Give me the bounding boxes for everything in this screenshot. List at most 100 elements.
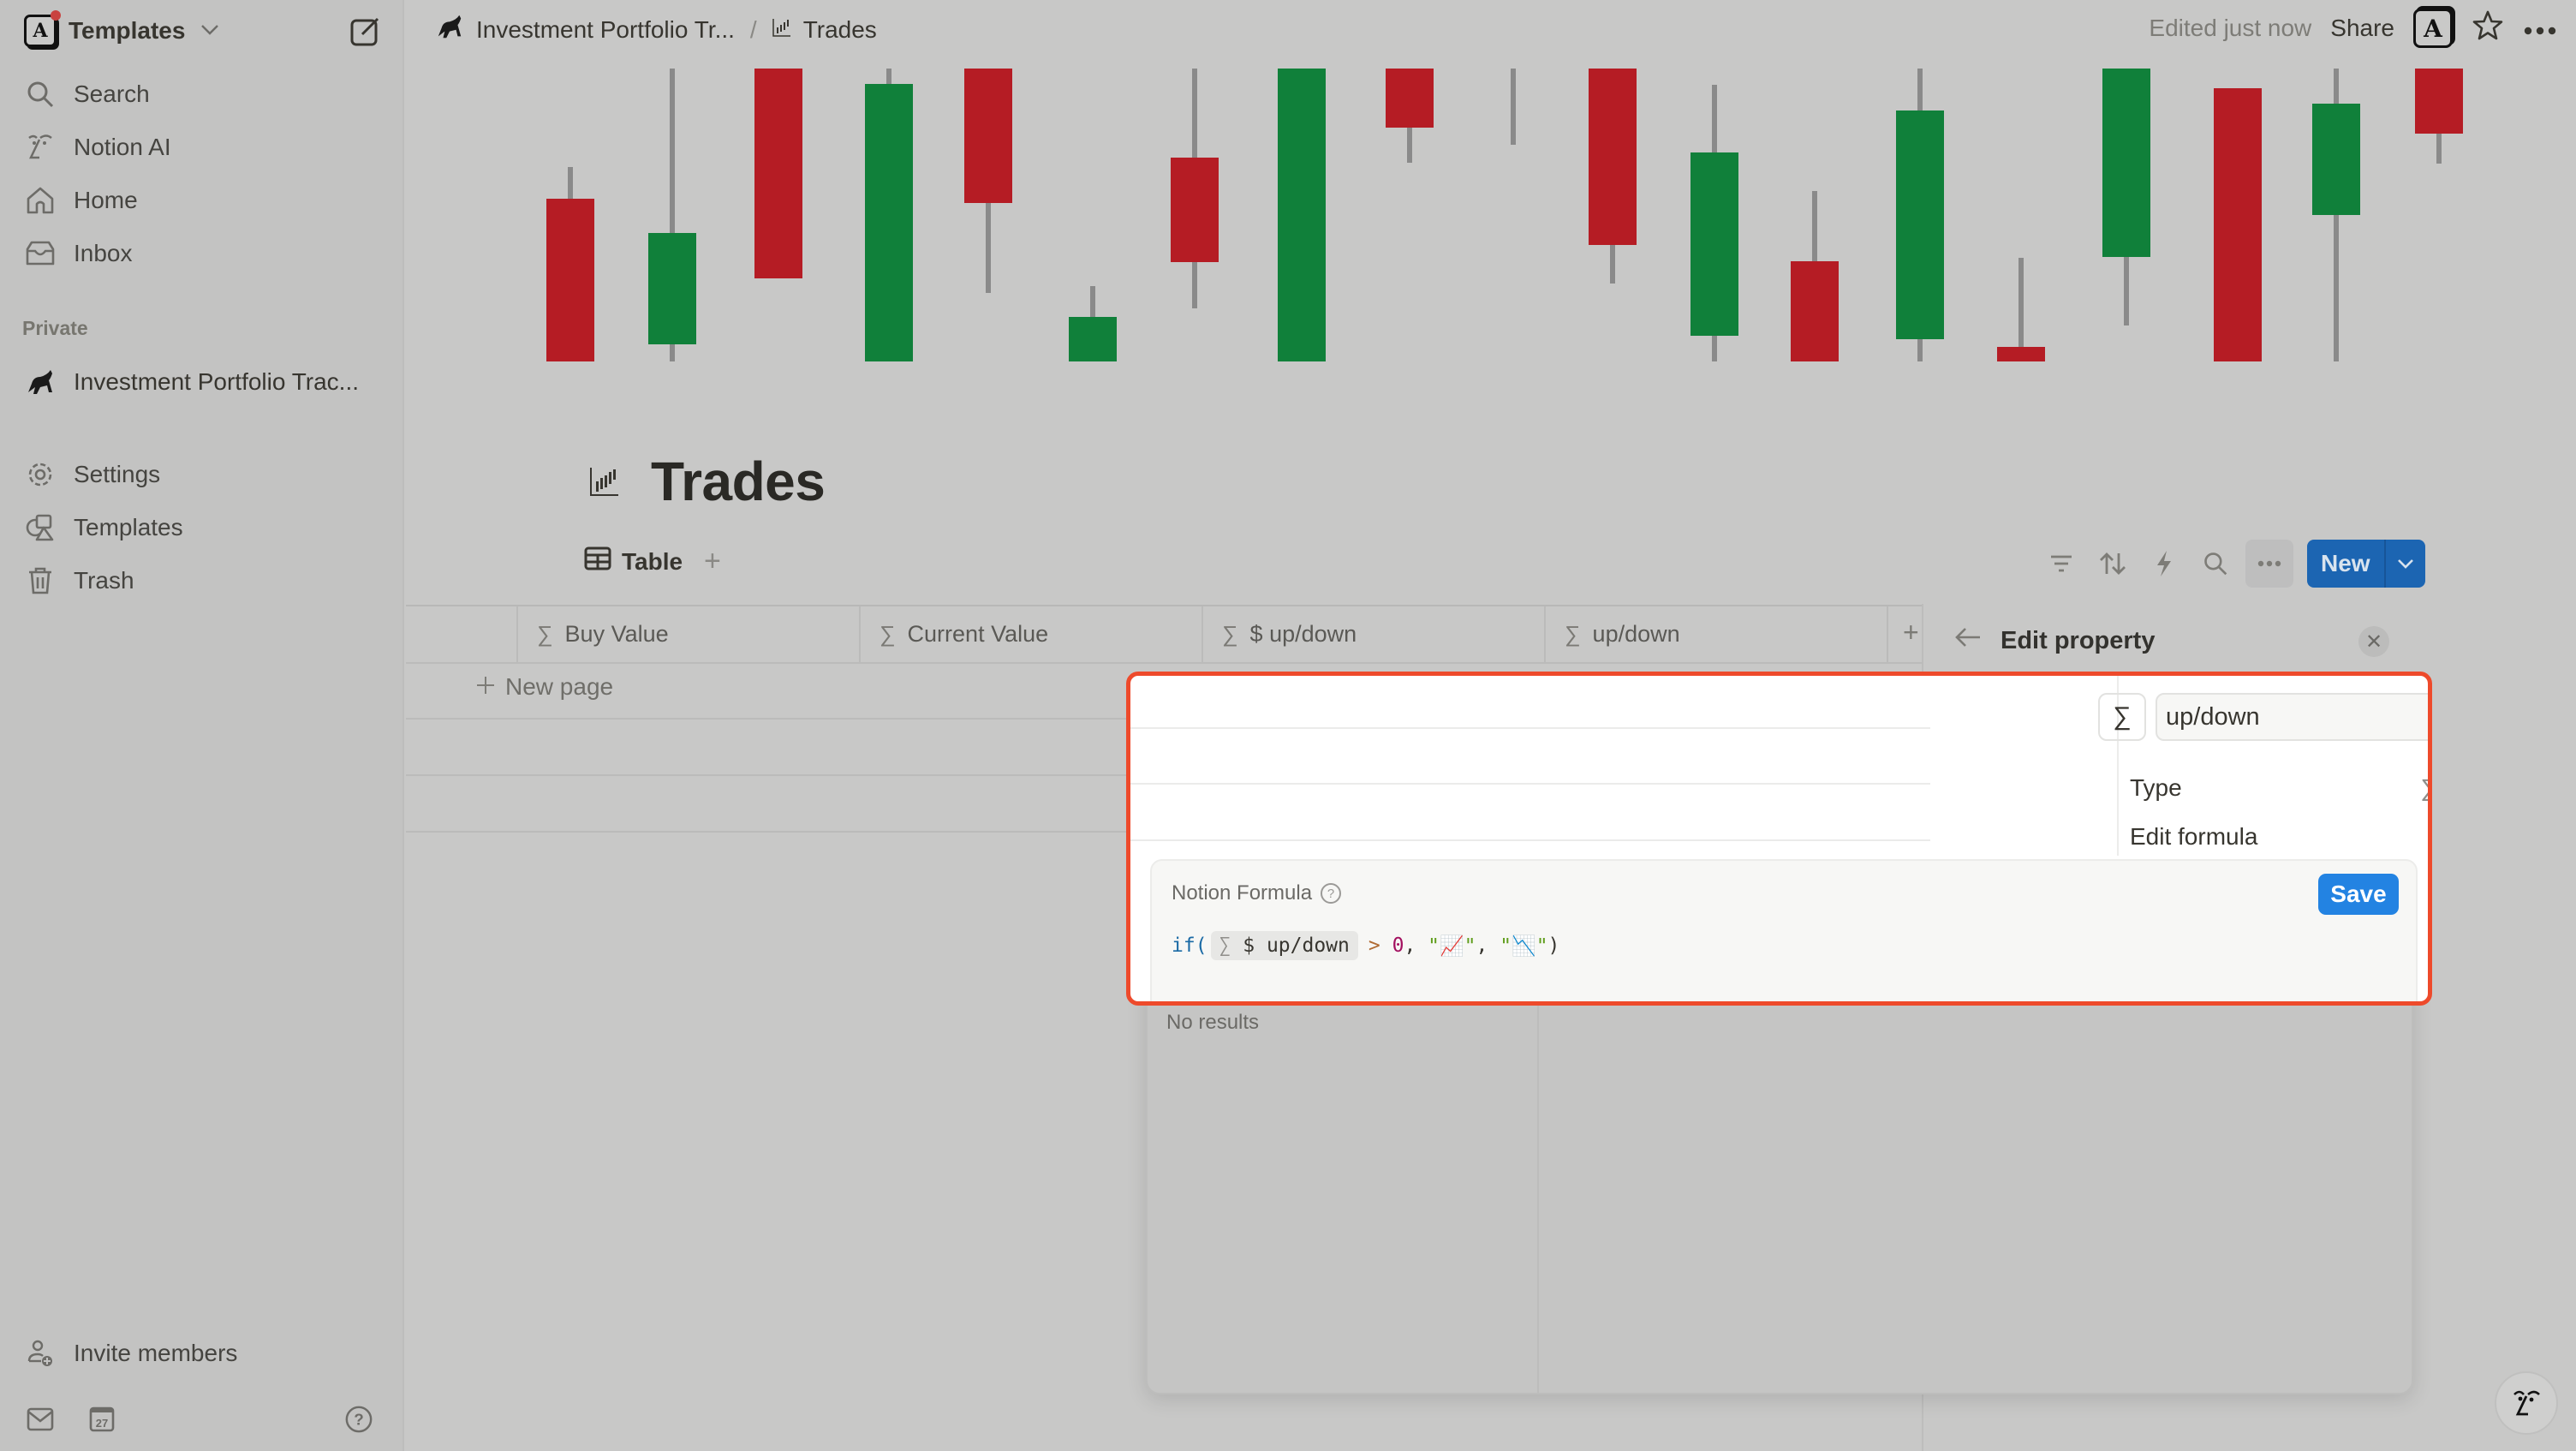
property-type-icon-button[interactable]: ∑ — [2098, 693, 2146, 741]
workspace-name: Templates — [69, 17, 186, 44]
column-header-dollar-up-down[interactable]: ∑ $ up/down — [1203, 606, 1546, 662]
chevron-down-icon[interactable] — [2386, 540, 2425, 588]
sidebar-item-search[interactable]: Search — [24, 73, 150, 116]
candlestick-chart-icon[interactable] — [589, 466, 620, 497]
sidebar-item-trash[interactable]: Trash — [24, 559, 134, 602]
sigma-icon: ∑ — [880, 621, 896, 647]
trash-icon — [24, 564, 57, 597]
candle-body-down — [964, 69, 1012, 203]
new-page-compose-icon[interactable] — [349, 15, 382, 48]
candle-body-down — [1386, 69, 1434, 128]
candle-body-up — [1278, 69, 1326, 361]
share-button[interactable]: Share — [2330, 15, 2394, 42]
filter-icon[interactable] — [2045, 547, 2078, 580]
formula-operator: > — [1368, 934, 1380, 957]
candle-body-up — [1069, 317, 1117, 361]
property-type-row[interactable]: Type ∑ Formula — [2130, 774, 2428, 802]
sidebar-item-templates[interactable]: Templates — [24, 506, 183, 549]
workspace-switcher[interactable]: A Templates — [24, 10, 219, 50]
back-arrow-icon[interactable] — [1954, 626, 1982, 655]
sidebar-item-notion-ai[interactable]: Notion AI — [24, 126, 171, 169]
page-title[interactable]: Trades — [651, 450, 826, 513]
popup-divider — [1537, 985, 1539, 1394]
sigma-icon: ∑ — [1565, 621, 1581, 647]
candle-body-down — [754, 69, 802, 278]
save-button[interactable]: Save — [2318, 874, 2399, 915]
new-button-label[interactable]: New — [2307, 540, 2386, 588]
column-header-up-down[interactable]: ∑ up/down — [1546, 606, 1888, 662]
candle-body-up — [1690, 152, 1738, 336]
sigma-icon: ∑ — [537, 621, 553, 647]
new-button[interactable]: New — [2307, 540, 2425, 588]
candle-body-up — [648, 233, 696, 344]
help-icon[interactable]: ? — [1321, 883, 1342, 904]
candle-body-down — [1791, 261, 1839, 361]
column-header-current-value[interactable]: ∑ Current Value — [861, 606, 1203, 662]
inbox-icon — [24, 237, 57, 270]
notification-dot — [51, 10, 61, 21]
candlestick-cover — [546, 69, 2463, 361]
sidebar-item-label: Templates — [74, 514, 183, 540]
mail-icon[interactable] — [26, 1405, 55, 1434]
new-page-row-button[interactable]: New page — [476, 673, 613, 701]
avatar[interactable]: A — [2413, 9, 2453, 48]
row-divider — [1130, 839, 1930, 841]
more-options-button[interactable] — [2245, 540, 2293, 588]
formula-label: Notion Formula ? — [1172, 881, 1342, 905]
row-divider — [406, 662, 1930, 664]
type-label: Type — [2130, 774, 2182, 801]
sidebar: A Templates Search Notion AI Home Inbox … — [0, 0, 404, 1451]
sidebar-item-settings[interactable]: Settings — [24, 453, 160, 496]
sort-icon[interactable] — [2096, 547, 2129, 580]
automation-lightning-icon[interactable] — [2148, 547, 2180, 580]
breadcrumb: Investment Portfolio Tr... / Trades — [435, 12, 877, 47]
bull-icon — [24, 366, 57, 398]
formula-label-text: Notion Formula — [1172, 881, 1313, 905]
formula-string-false: "📉" — [1500, 934, 1548, 958]
property-token-label: $ up/down — [1243, 934, 1350, 957]
sidebar-item-inbox[interactable]: Inbox — [24, 232, 133, 275]
close-icon[interactable]: ✕ — [2358, 626, 2389, 657]
star-icon[interactable] — [2472, 9, 2504, 48]
edit-formula-row[interactable]: Edit formula — [2130, 823, 2428, 851]
more-options-icon[interactable] — [2523, 15, 2557, 42]
database-toolbar: New — [2045, 540, 2425, 588]
calendar-icon[interactable]: 27 — [87, 1405, 116, 1434]
sidebar-item-investment-portfolio[interactable]: Investment Portfolio Trac... — [24, 361, 359, 403]
property-name-input[interactable]: up/down i — [2156, 693, 2428, 741]
column-header-title[interactable] — [406, 606, 518, 662]
formula-input[interactable]: if( ∑ $ up/down > 0 , "📈" , "📉" ) — [1172, 931, 1559, 960]
add-column-button[interactable]: + — [1903, 617, 1919, 648]
column-header-buy-value[interactable]: ∑ Buy Value — [518, 606, 861, 662]
breadcrumb-item-trades[interactable]: Trades — [803, 16, 877, 44]
candle-body-down — [2214, 88, 2262, 361]
add-view-button[interactable]: + — [704, 545, 721, 578]
search-icon[interactable] — [2199, 547, 2232, 580]
property-name-value: up/down — [2166, 702, 2260, 731]
breadcrumb-separator: / — [749, 15, 757, 43]
candle-body-up — [2102, 69, 2150, 257]
sidebar-item-label: Trash — [74, 567, 134, 594]
property-token[interactable]: ∑ $ up/down — [1210, 931, 1358, 960]
sidebar-item-home[interactable]: Home — [24, 179, 138, 222]
add-person-icon — [24, 1337, 57, 1370]
cover-image[interactable] — [406, 69, 2576, 361]
row-divider — [1130, 727, 1930, 729]
column-label: $ up/down — [1249, 621, 1357, 647]
sidebar-footer: 27 ? — [24, 1405, 384, 1439]
table-icon — [584, 546, 611, 576]
breadcrumb-item-portfolio[interactable]: Investment Portfolio Tr... — [476, 16, 735, 44]
column-label: Buy Value — [564, 621, 669, 647]
help-icon[interactable]: ? — [344, 1405, 373, 1434]
top-bar: Investment Portfolio Tr... / Trades Edit… — [406, 0, 2576, 62]
candlestick-chart-icon — [772, 16, 791, 44]
formula-number: 0 — [1392, 934, 1404, 957]
notion-ai-button[interactable] — [2495, 1371, 2558, 1435]
sigma-icon: ∑ — [1219, 934, 1243, 957]
notion-ai-icon — [24, 131, 57, 164]
top-actions: Edited just now Share A — [2149, 9, 2557, 48]
invite-members-button[interactable]: Invite members — [24, 1332, 237, 1375]
tab-table[interactable]: Table — [584, 546, 683, 576]
edited-status: Edited just now — [2149, 15, 2312, 41]
candle-body-down — [1589, 69, 1637, 245]
